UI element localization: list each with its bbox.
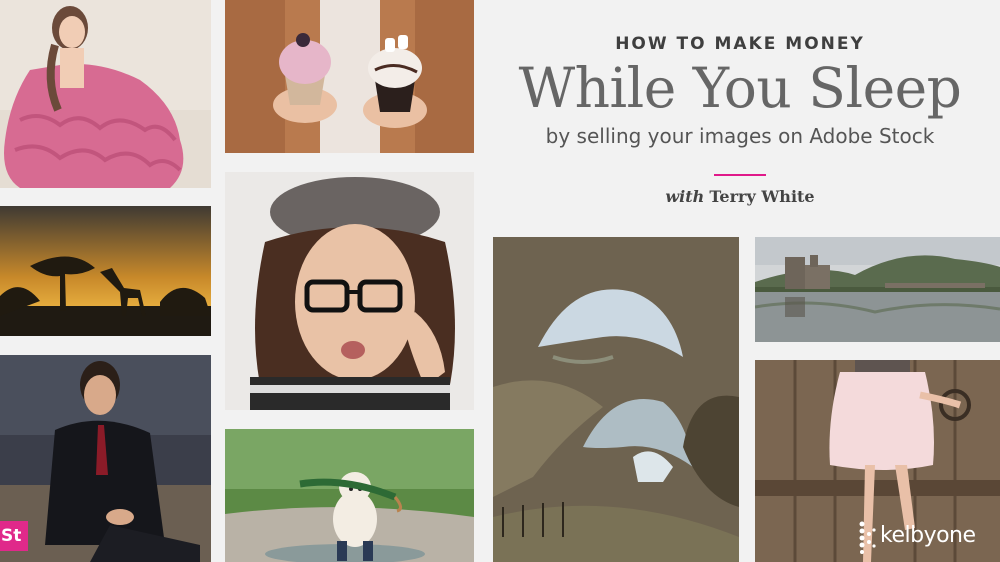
- photo-cupcakes: [225, 0, 474, 153]
- photo-savanna-giraffe: [0, 206, 211, 336]
- accent-divider: [714, 174, 766, 176]
- photo-man-in-coat: [0, 355, 211, 562]
- title-headline: While You Sleep: [518, 56, 962, 120]
- photo-castle-lake: [755, 237, 1000, 342]
- byline-name: Terry White: [709, 187, 815, 206]
- byline-prefix: with: [665, 187, 705, 206]
- photo-girl-pink-dress: [0, 0, 211, 188]
- adobe-stock-badge: St: [0, 521, 28, 551]
- kelbyone-mark-icon: [859, 521, 876, 554]
- kelbyone-wordmark: kelbyone: [880, 523, 976, 548]
- photo-woman-glasses: [225, 172, 474, 410]
- photo-cave-arch: [493, 237, 739, 562]
- kelbyone-logo: kelbyone: [856, 520, 996, 554]
- byline: with Terry White: [490, 187, 990, 206]
- title-kicker: HOW TO MAKE MONEY: [615, 34, 865, 54]
- photo-puppy-umbrella: [225, 429, 474, 562]
- title-subtitle: by selling your images on Adobe Stock: [545, 124, 935, 148]
